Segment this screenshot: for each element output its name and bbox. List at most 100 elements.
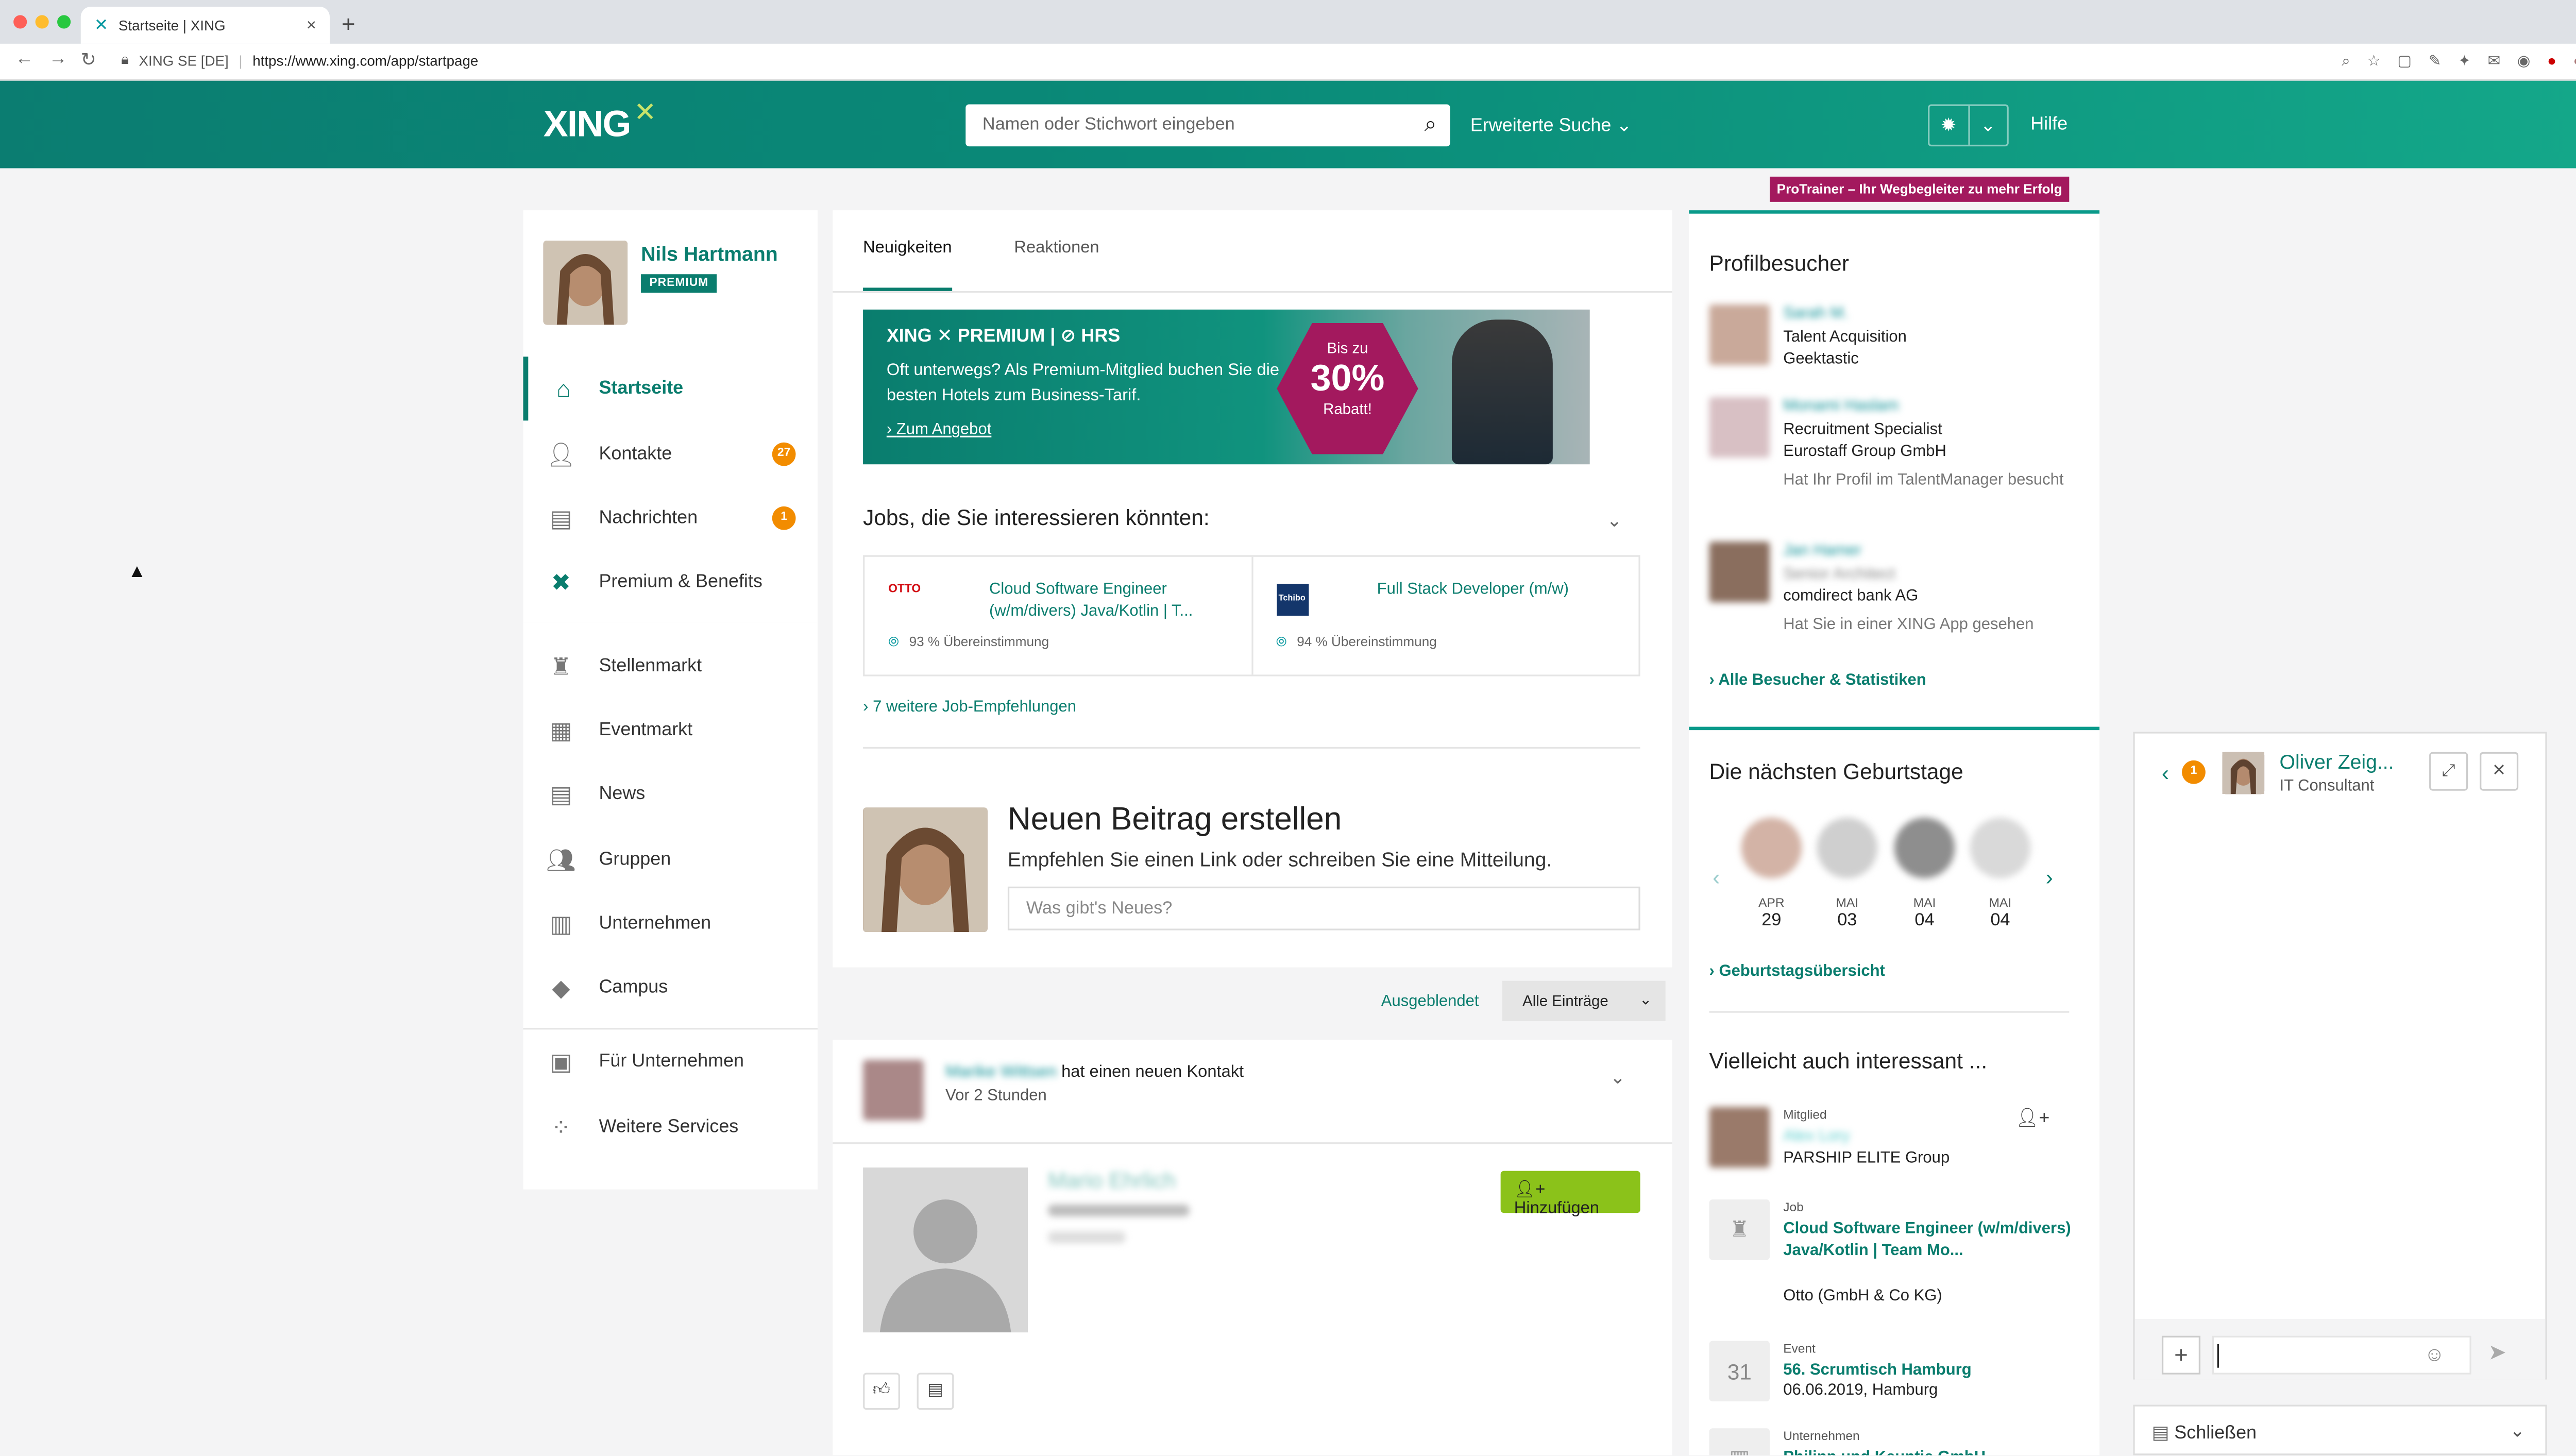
job-card[interactable]: Tchibo Full Stack Developer (m/w) ⦾ 94 % … — [1250, 556, 1639, 675]
settings-button-group[interactable]: ✹ ⌄ — [1928, 104, 2009, 147]
hidden-items-link[interactable]: Ausgeblendet — [1381, 993, 1479, 1011]
comment-button[interactable]: ▤ — [917, 1373, 954, 1410]
emoji-icon[interactable]: ☺ — [2424, 1343, 2445, 1366]
add-contact-icon[interactable]: 👤︎+ — [2015, 1107, 2050, 1129]
chevron-down-icon[interactable]: ⌄ — [1610, 1066, 1625, 1088]
job-match: ⦾ 93 % Übereinstimmung — [888, 634, 1049, 651]
record-icon[interactable]: ● — [2547, 52, 2556, 71]
browser-tab[interactable]: ✕ Startseite | XING × — [80, 7, 330, 44]
close-icon[interactable]: ✕ — [2480, 752, 2519, 791]
minimize-window-button[interactable] — [35, 15, 49, 29]
xing-logo[interactable]: XING ✕ — [544, 99, 656, 146]
birthdays-overview-link[interactable]: › Geburtstagsübersicht — [1709, 962, 1885, 981]
new-post-placeholder: Was gibt's Neues? — [1026, 898, 1173, 919]
suggestion-link[interactable]: Philipp und Keuntje GmbH — [1783, 1447, 2077, 1455]
sidebar-item-weitere-services[interactable]: ⁘ Weitere Services — [523, 1095, 818, 1159]
job-title[interactable]: Full Stack Developer (m/w) — [1377, 579, 1613, 600]
birthday-item[interactable]: APR 29 — [1738, 817, 1805, 930]
extension-icon[interactable]: ✦ — [2458, 52, 2471, 71]
birthday-item[interactable]: MAI 04 — [1891, 817, 1958, 930]
suggestions-heading: Vielleicht auch interessant ... — [1709, 1048, 1988, 1074]
feed-tabs: Neuigkeiten Reaktionen — [863, 239, 1099, 258]
actor-avatar[interactable] — [863, 1060, 924, 1121]
feed-filter-select[interactable]: Alle Einträge ⌄ — [1502, 980, 1666, 1022]
chat-avatar[interactable] — [2222, 752, 2265, 794]
maximize-window-button[interactable] — [57, 15, 71, 29]
sidebar-item-news[interactable]: ▤ News — [523, 762, 818, 826]
profile-name[interactable]: Nils Hartmann — [641, 242, 778, 266]
notification-badge: 1 — [772, 506, 796, 530]
visitor-name[interactable]: Monami Haslam — [1783, 397, 1899, 416]
sidebar-item-label: Für Unternehmen — [599, 1051, 744, 1072]
zoom-icon[interactable]: ⌕ — [2342, 52, 2350, 71]
eyedropper-icon[interactable]: ✎ — [2429, 52, 2442, 71]
close-window-button[interactable] — [13, 15, 27, 29]
user-avatar-icon[interactable]: ● — [2573, 52, 2576, 71]
contact-name[interactable]: Mario Ehrlich — [1048, 1167, 1176, 1193]
gear-icon[interactable]: ✹ — [1929, 106, 1970, 145]
contact-avatar-placeholder[interactable] — [863, 1167, 1028, 1333]
sidebar-item-startseite[interactable]: ⌂ Startseite — [523, 357, 818, 421]
extension-icon[interactable]: ◉ — [2517, 52, 2531, 71]
actor-name[interactable]: Marike Wittsen — [945, 1063, 1057, 1082]
tab-close-icon[interactable]: × — [307, 16, 316, 35]
sidebar-item-label: Kontakte — [599, 444, 672, 465]
suggestion-link[interactable]: Cloud Software Engineer (w/m/divers) Jav… — [1783, 1218, 2077, 1262]
suggestion-link[interactable]: 56. Scrumtisch Hamburg — [1783, 1359, 2077, 1381]
company-logo: Tchibo — [1276, 584, 1308, 616]
reload-icon[interactable]: ↻ — [81, 49, 96, 71]
help-link[interactable]: Hilfe — [2030, 114, 2067, 134]
sidebar-item-nachrichten[interactable]: ▤ Nachrichten 1 — [523, 486, 818, 550]
avatar-image — [863, 807, 988, 932]
more-jobs-link[interactable]: › 7 weitere Job-Empfehlungen — [863, 698, 1076, 717]
tab-neuigkeiten[interactable]: Neuigkeiten — [863, 239, 952, 258]
search-input[interactable]: Namen oder Stichwort eingeben ⌕ — [965, 104, 1450, 147]
sidebar-item-premium[interactable]: ✖ Premium & Benefits — [523, 550, 818, 614]
chevron-down-icon[interactable]: ⌄ — [2510, 1420, 2525, 1442]
new-tab-button[interactable]: + — [342, 10, 355, 37]
attach-button[interactable]: + — [2161, 1335, 2201, 1375]
search-icon[interactable]: ⌕ — [1425, 111, 1437, 138]
extension-icon[interactable]: ▢ — [2397, 52, 2412, 71]
sidebar-item-stellenmarkt[interactable]: ♜ Stellenmarkt — [523, 634, 818, 698]
back-icon[interactable]: ← — [15, 49, 33, 69]
job-title[interactable]: Cloud Software Engineer (w/m/divers) Jav… — [989, 579, 1225, 622]
send-icon[interactable]: ➤ — [2488, 1339, 2506, 1366]
chevron-left-icon[interactable]: ‹ — [2162, 760, 2169, 786]
mail-icon[interactable]: ✉ — [2487, 52, 2500, 71]
sidebar-item-fuer-unternehmen[interactable]: ▣ Für Unternehmen — [523, 1029, 818, 1093]
tab-reaktionen[interactable]: Reaktionen — [1014, 239, 1099, 258]
add-contact-button[interactable]: 👤︎+ Hinzufügen — [1500, 1171, 1640, 1218]
birthday-item[interactable]: MAI 04 — [1967, 817, 2034, 930]
sidebar-item-gruppen[interactable]: 👥︎ Gruppen — [523, 828, 818, 892]
comment-icon: ▤ — [927, 1381, 943, 1400]
avatar[interactable] — [543, 240, 628, 325]
new-post-input[interactable]: Was gibt's Neues? — [1007, 886, 1640, 930]
visitor-name[interactable]: Jan Hamer — [1783, 541, 1861, 560]
sidebar-item-kontakte[interactable]: 👤︎ Kontakte 27 — [523, 422, 818, 486]
visitor-name[interactable]: Sarah M. — [1783, 304, 1848, 323]
chevron-right-icon[interactable]: › — [2046, 865, 2053, 890]
premium-banner[interactable]: XING ✕ PREMIUM | ⊘ HRS Oft unterwegs? Al… — [863, 309, 1590, 465]
job-card[interactable]: OTTO Cloud Software Engineer (w/m/divers… — [865, 557, 1250, 675]
url-field[interactable]: 🔒︎ XING SE [DE] | https://www.xing.com/a… — [121, 50, 478, 69]
chat-close-bar[interactable]: ▤ Schließen ⌄ — [2133, 1404, 2547, 1455]
promo-tag[interactable]: ProTrainer – Ihr Wegbegleiter zu mehr Er… — [1770, 176, 2070, 202]
sidebar-item-unternehmen[interactable]: ▥ Unternehmen — [523, 892, 818, 956]
bookmark-star-icon[interactable]: ☆ — [2367, 52, 2380, 71]
visitor-avatar — [1709, 304, 1770, 365]
like-button[interactable]: 👍︎ — [863, 1373, 900, 1410]
chevron-down-icon[interactable]: ⌄ — [1969, 106, 2007, 145]
all-visitors-link[interactable]: › Alle Besucher & Statistiken — [1709, 671, 1926, 690]
expand-icon[interactable]: ⤢ — [2429, 752, 2468, 791]
advanced-search-link[interactable]: Erweiterte Suche ⌄ — [1470, 114, 1632, 136]
chevron-down-icon[interactable]: ⌄ — [1606, 510, 1622, 532]
lock-icon: 🔒︎ — [121, 50, 129, 67]
sidebar-item-campus[interactable]: ◆ Campus — [523, 956, 818, 1020]
forward-icon[interactable]: → — [49, 49, 67, 69]
chevron-left-icon[interactable]: ‹ — [1713, 865, 1720, 890]
chat-contact-name[interactable]: Oliver Zeig... — [2279, 750, 2394, 774]
banner-link[interactable]: › Zum Angebot — [887, 420, 992, 439]
sidebar-item-eventmarkt[interactable]: ▦ Eventmarkt — [523, 698, 818, 762]
birthday-item[interactable]: MAI 03 — [1814, 817, 1881, 930]
